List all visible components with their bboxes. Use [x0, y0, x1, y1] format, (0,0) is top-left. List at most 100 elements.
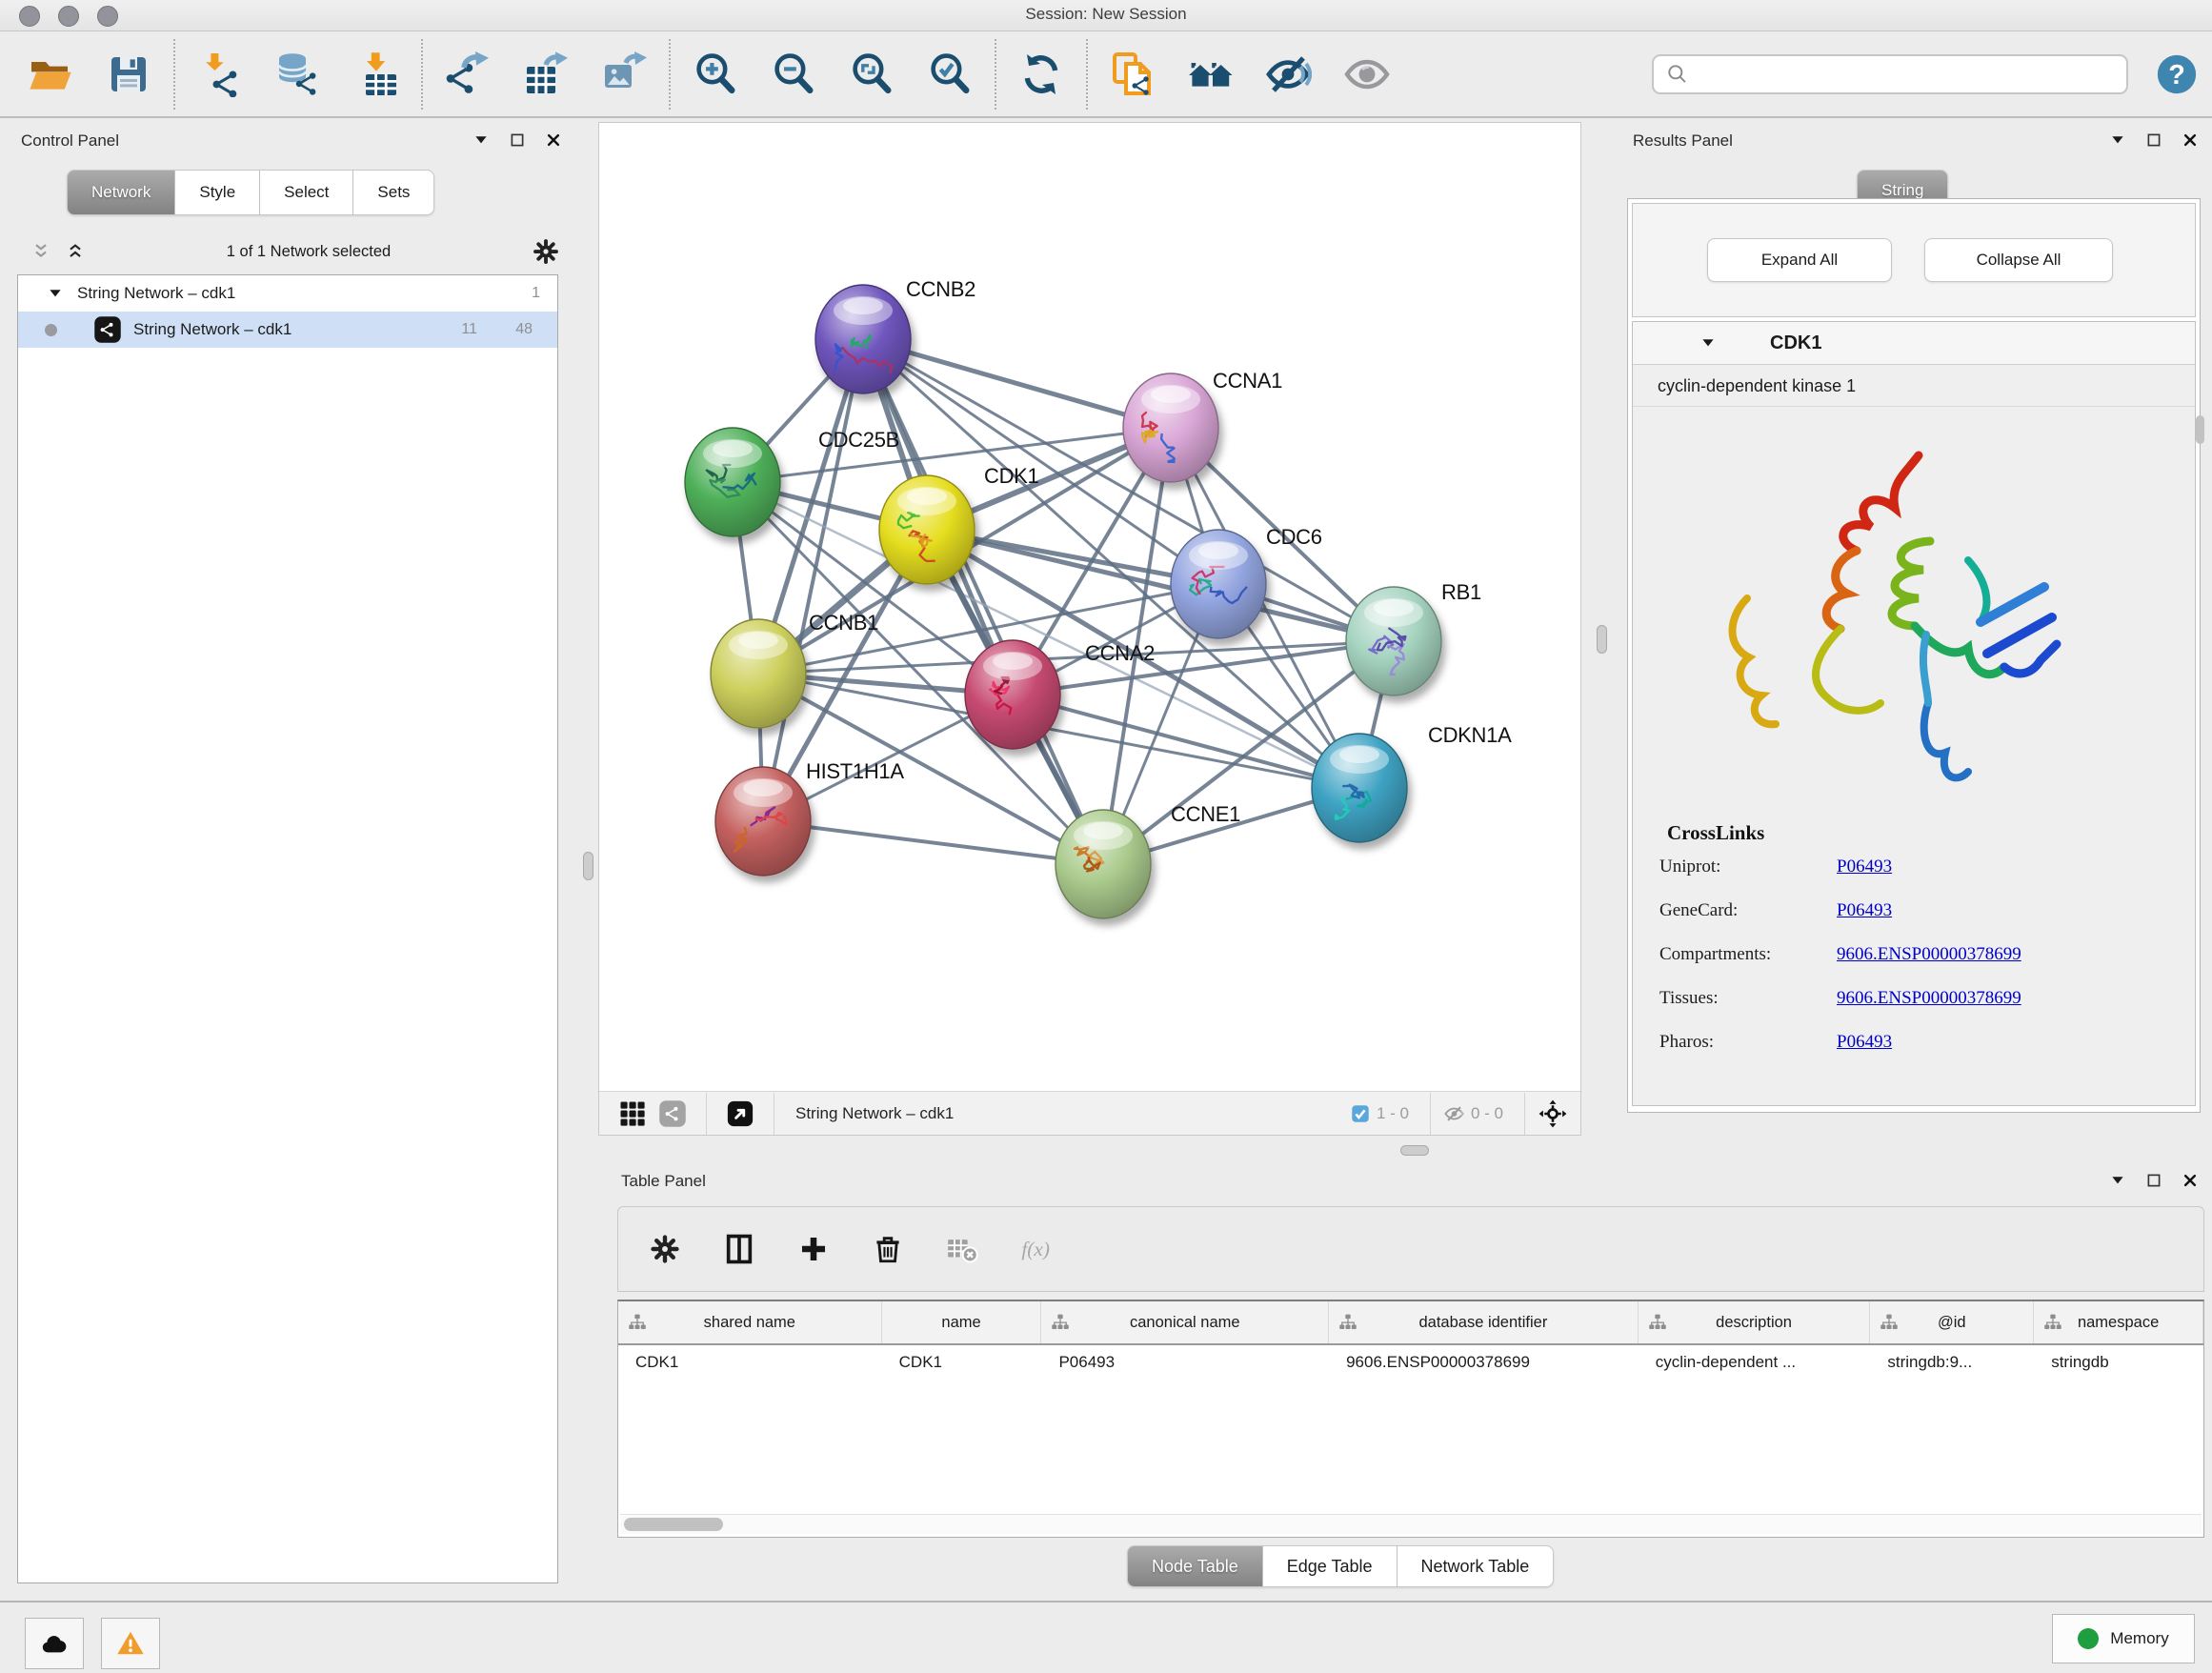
- refresh-button[interactable]: [1016, 48, 1067, 101]
- crosslink-link[interactable]: P06493: [1837, 1032, 1892, 1053]
- panel-float-icon[interactable]: [2145, 1172, 2162, 1189]
- warning-button[interactable]: [101, 1618, 160, 1669]
- search-input[interactable]: [1690, 59, 2126, 90]
- birdseye-grid-button[interactable]: [613, 1095, 653, 1133]
- home-button[interactable]: [1185, 48, 1237, 101]
- column-header-id[interactable]: @id: [1870, 1301, 2034, 1343]
- vertical-splitter-handle[interactable]: [1597, 625, 1607, 654]
- show-eye-button[interactable]: [1341, 48, 1393, 101]
- tab-node-table[interactable]: Node Table: [1127, 1545, 1263, 1587]
- crosslink-link[interactable]: P06493: [1837, 900, 1892, 921]
- gear-button[interactable]: [647, 1231, 683, 1267]
- network-tree-row[interactable]: String Network – cdk11148: [18, 312, 557, 348]
- panel-float-icon[interactable]: [509, 131, 526, 149]
- save-button[interactable]: [103, 48, 154, 101]
- network-node-CCNA1[interactable]: [1123, 373, 1218, 482]
- network-node-CDC6[interactable]: [1171, 530, 1266, 638]
- panel-menu-icon[interactable]: [2109, 131, 2126, 149]
- toolbar-group: [442, 48, 650, 101]
- network-options-gear-icon[interactable]: [532, 237, 560, 266]
- network-node-CCNB1[interactable]: [711, 619, 806, 728]
- section-collapse-icon[interactable]: [1699, 334, 1717, 352]
- collapse-all-button[interactable]: Collapse All: [1924, 238, 2113, 282]
- export-table-button[interactable]: [520, 48, 572, 101]
- open-button[interactable]: [25, 48, 76, 101]
- network-node-CDKN1A[interactable]: [1312, 734, 1407, 842]
- fx-button[interactable]: f(x): [1018, 1231, 1055, 1267]
- save-icon: [106, 51, 151, 97]
- network-edge[interactable]: [763, 821, 1103, 864]
- network-node-HIST1H1A[interactable]: [715, 767, 811, 876]
- help-button[interactable]: ?: [2155, 52, 2199, 96]
- hidden-eye-icon[interactable]: [1444, 1103, 1465, 1124]
- plus-button[interactable]: [795, 1231, 832, 1267]
- zoom-selected-button[interactable]: [924, 48, 975, 101]
- control-tab-sets[interactable]: Sets: [353, 170, 434, 215]
- network-edge[interactable]: [927, 530, 1394, 641]
- export-network-button[interactable]: [442, 48, 493, 101]
- network-node-CDC25B[interactable]: [685, 428, 780, 536]
- clone-network-button[interactable]: [1107, 48, 1158, 101]
- network-node-RB1[interactable]: [1346, 587, 1441, 695]
- expand-all-button[interactable]: Expand All: [1707, 238, 1892, 282]
- expand-all-icon[interactable]: [65, 241, 86, 262]
- panel-float-icon[interactable]: [2145, 131, 2162, 149]
- import-database-button[interactable]: [272, 48, 324, 101]
- column-header-canonicalname[interactable]: canonical name: [1041, 1301, 1329, 1343]
- network-node-CCNE1[interactable]: [1056, 810, 1151, 918]
- export-image-button[interactable]: [598, 48, 650, 101]
- network-tree-row[interactable]: String Network – cdk11: [18, 275, 557, 312]
- panel-menu-icon[interactable]: [473, 131, 490, 149]
- memory-button[interactable]: Memory: [2052, 1614, 2195, 1663]
- gene-name: CDK1: [1770, 333, 1821, 354]
- hide-eye-button[interactable]: [1263, 48, 1315, 101]
- zoom-fit-button[interactable]: [846, 48, 897, 101]
- column-header-sharedname[interactable]: shared name: [618, 1301, 882, 1343]
- panel-close-icon[interactable]: [2182, 131, 2199, 149]
- zoom-out-button[interactable]: [768, 48, 819, 101]
- crosslink-link[interactable]: 9606.ENSP00000378699: [1837, 988, 2021, 1009]
- gene-section-header[interactable]: CDK1: [1633, 322, 2195, 365]
- import-table-button[interactable]: [351, 48, 402, 101]
- cloud-button[interactable]: [25, 1618, 84, 1669]
- column-header-namespace[interactable]: namespace: [2034, 1301, 2203, 1343]
- import-network-button[interactable]: [194, 48, 246, 101]
- search-box[interactable]: [1652, 54, 2128, 94]
- collapse-all-icon[interactable]: [30, 241, 51, 262]
- zoom-in-button[interactable]: [690, 48, 741, 101]
- tab-network-table[interactable]: Network Table: [1398, 1545, 1555, 1587]
- table-hscrollbar[interactable]: [620, 1514, 2202, 1534]
- column-header-description[interactable]: description: [1639, 1301, 1871, 1343]
- crosslink-link[interactable]: 9606.ENSP00000378699: [1837, 944, 2021, 965]
- control-tab-select[interactable]: Select: [260, 170, 353, 215]
- trash-button[interactable]: [870, 1231, 906, 1267]
- selected-checkbox-icon[interactable]: [1350, 1103, 1371, 1124]
- crosslink-link[interactable]: P06493: [1837, 857, 1892, 877]
- network-node-CCNB2[interactable]: [815, 285, 911, 393]
- network-badge-button[interactable]: [653, 1095, 693, 1133]
- control-tab-network[interactable]: Network: [67, 170, 175, 215]
- fit-content-crosshair-icon[interactable]: [1538, 1099, 1567, 1128]
- panel-close-icon[interactable]: [545, 131, 562, 149]
- column-header-label: name: [941, 1314, 980, 1332]
- network-view[interactable]: CCNB2CCNA1CDC25BCDK1CDC6RB1CCNB1CCNA2CDK…: [598, 122, 1581, 1136]
- expand-toggle-icon[interactable]: [47, 285, 64, 302]
- control-tab-style[interactable]: Style: [175, 170, 260, 215]
- table-row[interactable]: CDK1CDK1P064939606.ENSP00000378699cyclin…: [618, 1345, 2203, 1380]
- detach-view-button[interactable]: [720, 1095, 760, 1133]
- network-node-CCNA2[interactable]: [965, 640, 1060, 749]
- panel-close-icon[interactable]: [2182, 1172, 2199, 1189]
- table-hscrollbar-thumb[interactable]: [624, 1518, 723, 1531]
- column-header-databaseidentifier[interactable]: database identifier: [1329, 1301, 1639, 1343]
- network-node-CDK1[interactable]: [879, 475, 975, 584]
- table-delete-button[interactable]: [944, 1231, 980, 1267]
- panel-menu-icon[interactable]: [2109, 1172, 2126, 1189]
- tab-edge-table[interactable]: Edge Table: [1263, 1545, 1398, 1587]
- columns-button[interactable]: [721, 1231, 757, 1267]
- results-scrollbar-thumb[interactable]: [2196, 415, 2204, 444]
- vertical-splitter-handle[interactable]: [583, 852, 593, 880]
- network-canvas[interactable]: CCNB2CCNA1CDC25BCDK1CDC6RB1CCNB1CCNA2CDK…: [599, 123, 1580, 1091]
- network-edge[interactable]: [763, 339, 863, 821]
- horizontal-splitter-handle[interactable]: [1400, 1145, 1429, 1156]
- column-header-name[interactable]: name: [882, 1301, 1042, 1343]
